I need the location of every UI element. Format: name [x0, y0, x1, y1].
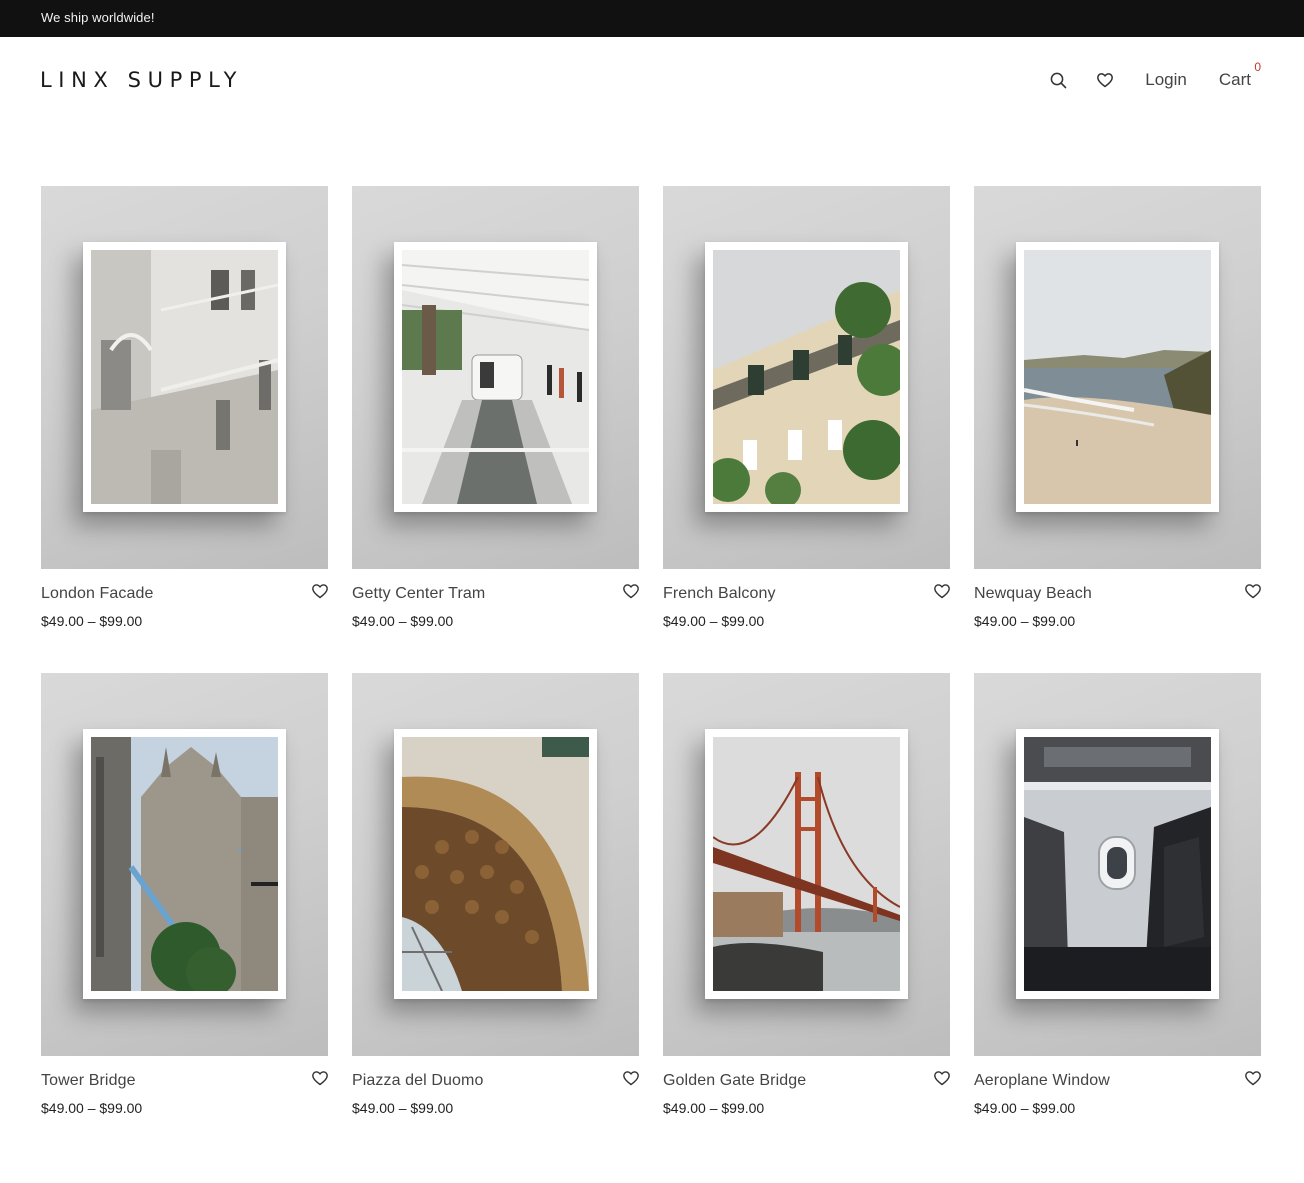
photo-french-balcony: [713, 250, 900, 504]
poster-frame: [1016, 242, 1219, 512]
product-card[interactable]: Tower Bridge $49.00 – $99.00: [41, 673, 328, 1160]
poster-frame: [1016, 729, 1219, 999]
photo-newquay-beach: [1024, 250, 1211, 504]
header-nav: Login Cart 0: [1048, 60, 1261, 95]
poster-frame: [705, 729, 908, 999]
cart-link[interactable]: Cart 0: [1218, 60, 1261, 90]
cart-label: Cart: [1218, 70, 1251, 89]
product-title[interactable]: Aeroplane Window: [974, 1072, 1110, 1090]
product-price: $49.00 – $99.00: [974, 1100, 1076, 1116]
search-icon[interactable]: [1048, 70, 1068, 90]
product-title[interactable]: Newquay Beach: [974, 585, 1092, 603]
product-grid: London Facade $49.00 – $99.00 Getty Cent…: [41, 186, 1261, 1160]
poster-frame: [83, 242, 286, 512]
product-image[interactable]: [663, 673, 950, 1056]
photo-tower-bridge: [91, 737, 278, 991]
product-price: $49.00 – $99.00: [663, 1100, 765, 1116]
product-title[interactable]: Golden Gate Bridge: [663, 1072, 806, 1090]
product-card[interactable]: Getty Center Tram $49.00 – $99.00: [352, 186, 639, 673]
announcement-text: We ship worldwide!: [41, 10, 155, 25]
product-title[interactable]: French Balcony: [663, 585, 776, 603]
poster-frame: [705, 242, 908, 512]
heart-icon[interactable]: [311, 583, 329, 601]
product-card[interactable]: London Facade $49.00 – $99.00: [41, 186, 328, 673]
product-title[interactable]: Piazza del Duomo: [352, 1072, 483, 1090]
photo-london-facade: [91, 250, 278, 504]
product-card[interactable]: French Balcony $49.00 – $99.00: [663, 186, 950, 673]
product-title[interactable]: London Facade: [41, 585, 154, 603]
heart-icon[interactable]: [1244, 583, 1262, 601]
poster-frame: [394, 729, 597, 999]
product-image[interactable]: [974, 186, 1261, 569]
product-price: $49.00 – $99.00: [41, 613, 143, 629]
heart-icon[interactable]: [1244, 1070, 1262, 1088]
product-image[interactable]: [352, 186, 639, 569]
heart-icon[interactable]: [622, 583, 640, 601]
product-image[interactable]: [41, 186, 328, 569]
site-logo[interactable]: LINX SUPPLY: [40, 68, 243, 92]
announcement-bar: We ship worldwide!: [0, 0, 1304, 37]
product-card[interactable]: Piazza del Duomo $49.00 – $99.00: [352, 673, 639, 1160]
product-price: $49.00 – $99.00: [352, 613, 454, 629]
product-title[interactable]: Getty Center Tram: [352, 585, 485, 603]
poster-frame: [394, 242, 597, 512]
product-image[interactable]: [663, 186, 950, 569]
login-link[interactable]: Login: [1145, 70, 1187, 90]
product-card[interactable]: Aeroplane Window $49.00 – $99.00: [974, 673, 1261, 1160]
product-price: $49.00 – $99.00: [974, 613, 1076, 629]
heart-icon[interactable]: [622, 1070, 640, 1088]
heart-icon[interactable]: [1095, 70, 1115, 90]
photo-getty-center-tram: [402, 250, 589, 504]
photo-piazza-del-duomo: [402, 737, 589, 991]
product-price: $49.00 – $99.00: [41, 1100, 143, 1116]
product-title[interactable]: Tower Bridge: [41, 1072, 136, 1090]
poster-frame: [83, 729, 286, 999]
product-card[interactable]: Newquay Beach $49.00 – $99.00: [974, 186, 1261, 673]
site-header: LINX SUPPLY Login Cart 0: [0, 37, 1304, 127]
heart-icon[interactable]: [933, 1070, 951, 1088]
product-image[interactable]: [974, 673, 1261, 1056]
product-price: $49.00 – $99.00: [663, 613, 765, 629]
product-price: $49.00 – $99.00: [352, 1100, 454, 1116]
photo-golden-gate-bridge: [713, 737, 900, 991]
heart-icon[interactable]: [933, 583, 951, 601]
cart-count-badge: 0: [1254, 60, 1261, 74]
product-card[interactable]: Golden Gate Bridge $49.00 – $99.00: [663, 673, 950, 1160]
product-image[interactable]: [41, 673, 328, 1056]
photo-aeroplane-window: [1024, 737, 1211, 991]
heart-icon[interactable]: [311, 1070, 329, 1088]
product-image[interactable]: [352, 673, 639, 1056]
